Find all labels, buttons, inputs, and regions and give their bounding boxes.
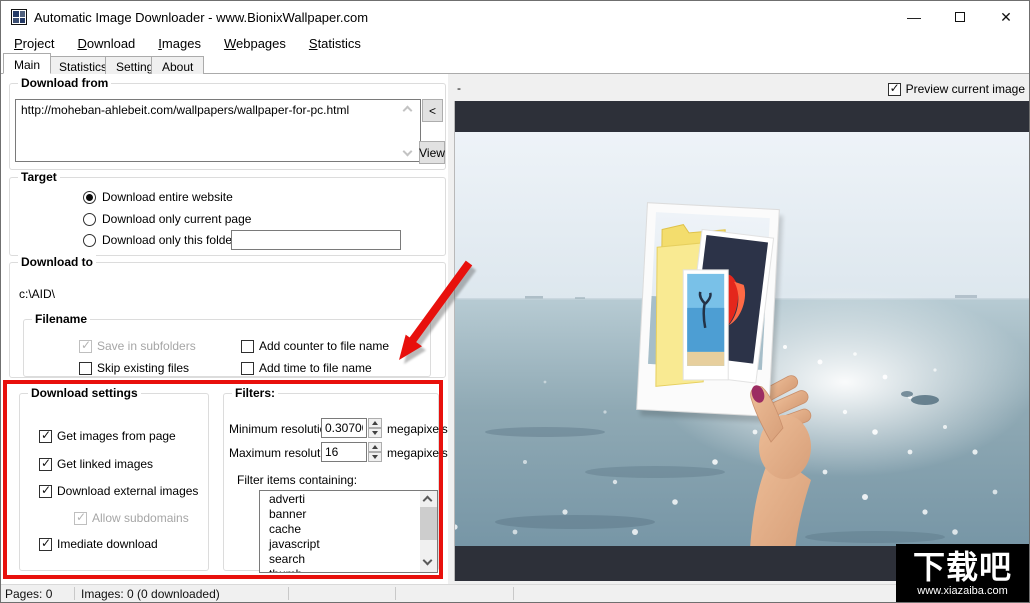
minimize-button[interactable]: — [891, 1, 937, 33]
app-window: Automatic Image Downloader - www.BionixW… [0, 0, 1030, 603]
radio-current-page[interactable]: Download only current page [83, 212, 251, 226]
url-input[interactable]: http://moheban-ahlebeit.com/wallpapers/w… [15, 99, 421, 162]
status-bar: Pages: 0 Images: 0 (0 downloaded) [1, 584, 1029, 602]
watermark-url: www.xiazaiba.com [917, 584, 1008, 597]
scroll-up-icon[interactable] [422, 493, 434, 506]
preview-status-text: - [457, 81, 461, 95]
filter-items-list: adverti banner cache javascript search t… [260, 492, 420, 572]
list-item[interactable]: javascript [260, 537, 420, 552]
list-item[interactable]: cache [260, 522, 420, 537]
checkbox-icon [887, 81, 901, 96]
filter-items-listbox[interactable]: adverti banner cache javascript search t… [259, 490, 438, 573]
list-item[interactable]: adverti [260, 492, 420, 507]
preview-header: - Preview current image [453, 77, 1029, 101]
checkbox-get-images-from-page[interactable]: Get images from page [39, 428, 176, 443]
list-item[interactable]: banner [260, 507, 420, 522]
checkbox-download-external-images[interactable]: Download external images [39, 483, 198, 498]
menu-download[interactable]: Download [70, 34, 142, 53]
preview-photo-svg [455, 132, 1029, 546]
menu-webpages[interactable]: Webpages [217, 34, 293, 53]
checkbox-icon [79, 361, 92, 375]
status-separator [74, 587, 75, 600]
scrollbar-thumb[interactable] [420, 507, 437, 540]
min-resolution-unit: megapixels [387, 422, 448, 436]
max-resolution-unit: megapixels [387, 446, 448, 460]
radio-this-folder[interactable]: Download only this folder [83, 233, 236, 247]
tab-main[interactable]: Main [3, 53, 52, 74]
beach-photo [682, 269, 729, 381]
radio-icon [83, 190, 96, 204]
close-button[interactable]: ✕ [983, 1, 1029, 33]
spin-up-icon[interactable] [368, 442, 382, 452]
checkbox-icon [241, 339, 254, 353]
group-filters-title: Filters: [232, 386, 279, 400]
checkbox-icon [39, 536, 52, 551]
radio-icon [83, 233, 96, 247]
preview-image-area [454, 101, 1029, 581]
checkbox-icon [79, 338, 92, 353]
radio-entire-website[interactable]: Download entire website [83, 190, 233, 204]
group-target-title: Target [18, 170, 60, 184]
checkbox-skip-existing[interactable]: Skip existing files [79, 361, 189, 375]
spin-down-icon[interactable] [368, 452, 382, 462]
group-download-to-title: Download to [18, 255, 96, 269]
checkbox-icon [39, 483, 52, 498]
spin-down-icon[interactable] [368, 428, 382, 438]
checkbox-icon [74, 510, 87, 525]
title-bar: Automatic Image Downloader - www.BionixW… [1, 1, 1029, 33]
watermark-text: 下载吧 [912, 548, 1012, 585]
max-resolution-input[interactable] [321, 442, 367, 462]
checkbox-icon [241, 361, 254, 375]
list-item[interactable]: search [260, 552, 420, 567]
listbox-scrollbar[interactable] [420, 491, 437, 572]
status-pages: Pages: 0 [5, 587, 53, 601]
checkbox-save-in-subfolders[interactable]: Save in subfolders [79, 338, 196, 353]
url-scroll-up-icon[interactable] [402, 103, 414, 116]
url-scroll-down-icon[interactable] [402, 146, 414, 158]
scroll-down-icon[interactable] [422, 555, 434, 567]
checkbox-allow-subdomains[interactable]: Allow subdomains [74, 510, 189, 525]
min-resolution-spinner[interactable] [368, 418, 382, 438]
filter-items-label: Filter items containing: [237, 473, 358, 487]
folder-input[interactable] [231, 230, 401, 250]
watermark: 下载吧 www.xiazaiba.com [896, 544, 1029, 602]
group-filename-title: Filename [32, 312, 91, 326]
list-item[interactable]: thumb [260, 567, 420, 572]
checkbox-get-linked-images[interactable]: Get linked images [39, 456, 153, 471]
checkbox-add-counter[interactable]: Add counter to file name [241, 339, 389, 353]
checkbox-icon [39, 428, 52, 443]
menu-project[interactable]: Project [7, 34, 61, 53]
status-images: Images: 0 (0 downloaded) [81, 587, 220, 601]
max-resolution-spinner[interactable] [368, 442, 382, 462]
maximize-button[interactable] [937, 1, 983, 33]
app-icon [11, 9, 27, 25]
checkbox-imediate-download[interactable]: Imediate download [39, 536, 158, 551]
min-resolution-input[interactable] [321, 418, 367, 438]
tab-bar: Main Statistics Settings About [1, 53, 1029, 74]
checkbox-preview-current-image[interactable]: Preview current image [887, 81, 1025, 96]
previous-url-button[interactable]: < [422, 99, 443, 122]
menu-bar: Project Download Images Webpages Statist… [1, 33, 1029, 54]
status-separator [513, 587, 514, 600]
preview-panel: - Preview current image [453, 74, 1029, 586]
radio-icon [83, 212, 96, 226]
menu-images[interactable]: Images [151, 34, 208, 53]
maximize-icon [955, 12, 965, 22]
preview-image [455, 132, 1029, 546]
status-separator [395, 587, 396, 600]
checkbox-add-time[interactable]: Add time to file name [241, 361, 372, 375]
window-title: Automatic Image Downloader - www.BionixW… [34, 9, 369, 25]
group-download-from-title: Download from [18, 76, 112, 90]
spin-up-icon[interactable] [368, 418, 382, 428]
download-path: c:\AID\ [19, 287, 56, 301]
view-button[interactable]: View [419, 141, 445, 164]
tab-about[interactable]: About [151, 56, 205, 74]
status-separator [288, 587, 289, 600]
group-download-settings-title: Download settings [28, 386, 141, 400]
menu-statistics[interactable]: Statistics [302, 34, 368, 53]
checkbox-icon [39, 456, 52, 471]
